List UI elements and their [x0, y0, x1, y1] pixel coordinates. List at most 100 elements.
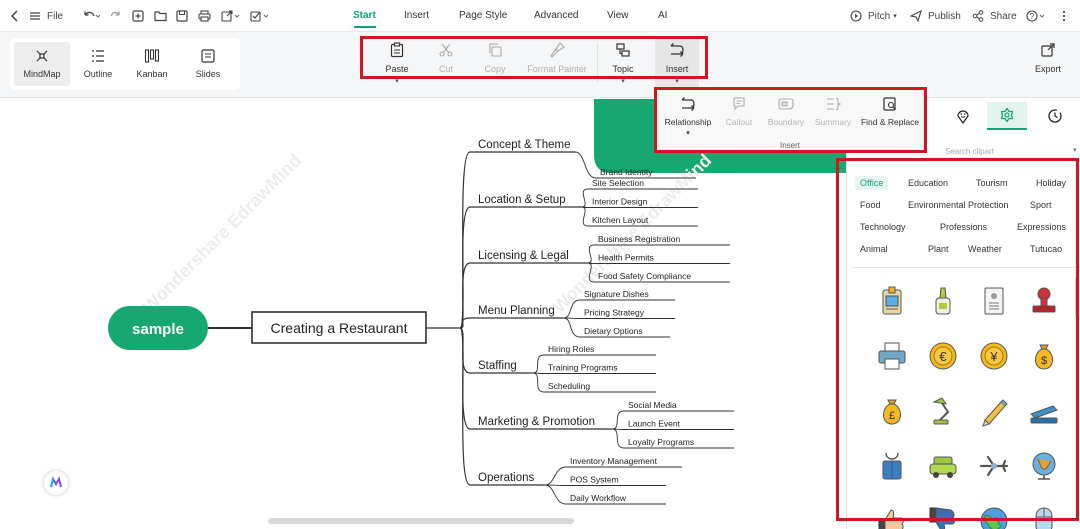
- category-holiday[interactable]: Holiday: [1031, 176, 1071, 190]
- subtopic[interactable]: Training Programs: [548, 363, 618, 373]
- central-topic-label[interactable]: Creating a Restaurant: [271, 320, 408, 336]
- cut-button[interactable]: Cut: [431, 42, 461, 74]
- subtopic[interactable]: Health Permits: [598, 253, 654, 263]
- open-folder-icon[interactable]: [154, 8, 167, 24]
- copy-button[interactable]: Copy: [480, 42, 510, 74]
- subtopic[interactable]: Scheduling: [548, 381, 590, 391]
- find-replace-button[interactable]: Find & Replace: [857, 96, 923, 127]
- more-options-icon[interactable]: [1058, 8, 1070, 24]
- floating-topic-label[interactable]: sample: [132, 321, 184, 338]
- relationship-button[interactable]: Relationship ▾: [660, 96, 716, 137]
- subtopic[interactable]: Inventory Management: [570, 456, 658, 466]
- panel-tab-mark[interactable]: [943, 102, 983, 130]
- tab-view[interactable]: View: [607, 10, 629, 21]
- export-small-icon[interactable]: [221, 8, 241, 24]
- mouse-icon[interactable]: [1027, 504, 1061, 529]
- branch-topic[interactable]: Licensing & Legal: [478, 250, 569, 262]
- view-mindmap[interactable]: MindMap: [14, 42, 70, 86]
- category-weather[interactable]: Weather: [963, 242, 1007, 256]
- dollar-bag-icon[interactable]: $: [1027, 339, 1061, 373]
- subtopic[interactable]: Brand Identity: [600, 167, 653, 177]
- topic-button[interactable]: Topic ▾: [607, 42, 639, 85]
- tab-page-style[interactable]: Page Style: [459, 10, 507, 21]
- panel-tab-clipart[interactable]: [987, 102, 1027, 130]
- help-icon[interactable]: ?: [1026, 8, 1046, 24]
- thumbs-down-icon[interactable]: [926, 504, 960, 529]
- stapler-icon[interactable]: [1027, 394, 1061, 428]
- category-education[interactable]: Education: [903, 176, 953, 190]
- back-icon[interactable]: [10, 8, 20, 24]
- id-card-icon[interactable]: [977, 284, 1011, 318]
- category-food[interactable]: Food: [855, 198, 886, 212]
- share-button[interactable]: Share: [972, 8, 1017, 24]
- pencil-icon[interactable]: [977, 394, 1011, 428]
- thumbs-up-icon[interactable]: [875, 504, 909, 529]
- category-environmental-protection[interactable]: Environmental Protection: [903, 198, 1014, 212]
- file-menu[interactable]: File: [47, 8, 63, 24]
- category-animal[interactable]: Animal: [855, 242, 893, 256]
- summary-button[interactable]: Summary: [811, 96, 855, 127]
- insert-button[interactable]: Insert ▾: [655, 36, 699, 92]
- id-badge-icon[interactable]: [875, 284, 909, 318]
- subtopic[interactable]: Social Media: [628, 400, 677, 410]
- category-office[interactable]: Office: [855, 176, 889, 190]
- category-professions[interactable]: Professions: [935, 220, 992, 234]
- pitch-button[interactable]: Pitch ▾: [850, 8, 897, 24]
- panel-tab-history[interactable]: [1035, 102, 1075, 130]
- subtopic[interactable]: Signature Dishes: [584, 289, 649, 299]
- view-slides[interactable]: Slides: [180, 42, 236, 86]
- subtopic[interactable]: Dietary Options: [584, 326, 643, 336]
- subtopic[interactable]: Interior Design: [592, 197, 648, 207]
- branch-topic[interactable]: Concept & Theme: [478, 139, 570, 151]
- hamburger-icon[interactable]: [30, 8, 40, 24]
- category-plant[interactable]: Plant: [923, 242, 954, 256]
- subtopic[interactable]: Daily Workflow: [570, 493, 627, 503]
- subtopic[interactable]: Food Safety Compliance: [598, 271, 691, 281]
- task-check-icon[interactable]: [250, 8, 270, 24]
- paste-button[interactable]: Paste ▾: [382, 42, 412, 85]
- branch-topic[interactable]: Staffing: [478, 360, 517, 372]
- tab-start[interactable]: Start: [353, 10, 376, 21]
- printer-icon[interactable]: [875, 339, 909, 373]
- category-tutucao[interactable]: Tutucao: [1025, 242, 1067, 256]
- subtopic[interactable]: Kitchen Layout: [592, 215, 649, 225]
- print-icon[interactable]: [198, 8, 211, 24]
- callout-button[interactable]: Callout: [719, 96, 759, 127]
- pound-bag-icon[interactable]: £: [875, 394, 909, 428]
- yen-coin-icon[interactable]: ¥: [977, 339, 1011, 373]
- subtopic[interactable]: Launch Event: [628, 419, 681, 429]
- category-sport[interactable]: Sport: [1025, 198, 1057, 212]
- branch-topic[interactable]: Location & Setup: [478, 194, 566, 206]
- branch-topic[interactable]: Menu Planning: [478, 305, 555, 317]
- rubber-stamp-icon[interactable]: [1027, 284, 1061, 318]
- subtopic[interactable]: Business Registration: [598, 234, 680, 244]
- subtopic[interactable]: Pricing Strategy: [584, 308, 645, 318]
- subtopic[interactable]: POS System: [570, 475, 619, 485]
- boundary-button[interactable]: Boundary: [763, 96, 809, 127]
- view-kanban[interactable]: Kanban: [124, 42, 180, 86]
- euro-coin-icon[interactable]: €: [926, 339, 960, 373]
- category-tourism[interactable]: Tourism: [971, 176, 1013, 190]
- earth-icon[interactable]: [977, 504, 1011, 529]
- subtopic[interactable]: Site Selection: [592, 178, 644, 188]
- new-page-icon[interactable]: [132, 8, 144, 24]
- category-expressions[interactable]: Expressions: [1012, 220, 1071, 234]
- airplane-icon[interactable]: [977, 449, 1011, 483]
- tab-insert[interactable]: Insert: [404, 10, 429, 21]
- branch-topic[interactable]: Operations: [478, 472, 535, 484]
- branch-topic[interactable]: Marketing & Promotion: [478, 416, 595, 428]
- format-painter-button[interactable]: Format Painter: [524, 42, 590, 74]
- undo-icon[interactable]: [82, 8, 100, 24]
- tab-ai[interactable]: AI: [658, 10, 667, 21]
- binder-clip-icon[interactable]: [875, 449, 909, 483]
- subtopic[interactable]: Hiring Roles: [548, 344, 594, 354]
- globe-icon[interactable]: [1027, 449, 1061, 483]
- subtopic[interactable]: Loyalty Programs: [628, 437, 694, 447]
- publish-button[interactable]: Publish: [910, 8, 961, 24]
- horizontal-scrollbar[interactable]: [268, 518, 574, 524]
- mindmap-canvas[interactable]: Wondershare EdrawMind Wondershare EdrawMi…: [0, 99, 846, 529]
- view-outline[interactable]: Outline: [70, 42, 126, 86]
- glue-bottle-icon[interactable]: [926, 284, 960, 318]
- brand-logo[interactable]: [44, 471, 68, 495]
- desk-lamp-icon[interactable]: [926, 394, 960, 428]
